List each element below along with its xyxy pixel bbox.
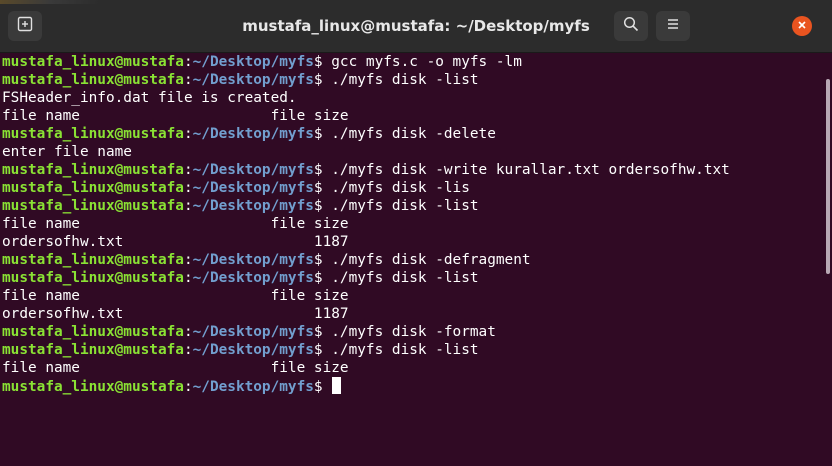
close-icon (797, 17, 807, 35)
prompt-path: ~/Desktop/myfs (192, 270, 314, 286)
scrollbar[interactable] (824, 53, 832, 466)
prompt-user: mustafa_linux@mustafa (2, 180, 184, 196)
prompt-path: ~/Desktop/myfs (192, 198, 314, 214)
prompt-dollar: $ (313, 252, 323, 268)
prompt-user: mustafa_linux@mustafa (2, 54, 184, 70)
output-text: FSHeader_info.dat file is created. (2, 90, 297, 106)
prompt-line: mustafa_linux@mustafa:~/Desktop/myfs$ ./… (0, 179, 824, 197)
prompt-path: ~/Desktop/myfs (192, 180, 314, 196)
prompt-dollar: $ (313, 379, 323, 395)
command-text: ./myfs disk -list (331, 72, 479, 88)
output-text: ordersofhw.txt 1187 (2, 234, 349, 250)
prompt-path: ~/Desktop/myfs (192, 342, 314, 358)
prompt-dollar: $ (313, 342, 323, 358)
prompt-dollar: $ (313, 54, 323, 70)
prompt-colon: : (183, 324, 193, 340)
prompt-path: ~/Desktop/myfs (192, 379, 314, 395)
text-cursor[interactable] (331, 377, 341, 394)
prompt-line: mustafa_linux@mustafa:~/Desktop/myfs$ gc… (0, 53, 824, 71)
prompt-user: mustafa_linux@mustafa (2, 162, 184, 178)
output-line: file name file size (0, 287, 824, 305)
prompt-line: mustafa_linux@mustafa:~/Desktop/myfs$ ./… (0, 269, 824, 287)
prompt-user: mustafa_linux@mustafa (2, 270, 184, 286)
prompt-user: mustafa_linux@mustafa (2, 342, 184, 358)
terminal-window: mustafa_linux@mustafa: ~/Desktop/myfs mu… (0, 0, 832, 466)
prompt-path: ~/Desktop/myfs (192, 324, 314, 340)
command-text: ./myfs disk -list (331, 198, 479, 214)
search-button[interactable] (614, 11, 648, 41)
command-text: ./myfs disk -defragment (331, 252, 531, 268)
output-line: ordersofhw.txt 1187 (0, 233, 824, 251)
prompt-user: mustafa_linux@mustafa (2, 324, 184, 340)
prompt-path: ~/Desktop/myfs (192, 252, 314, 268)
command-text: ./myfs disk -lis (331, 180, 470, 196)
menu-button[interactable] (656, 11, 690, 41)
output-line: ordersofhw.txt 1187 (0, 305, 824, 323)
prompt-colon: : (183, 54, 193, 70)
prompt-user: mustafa_linux@mustafa (2, 126, 184, 142)
hamburger-menu-icon (666, 17, 680, 36)
prompt-user: mustafa_linux@mustafa (2, 252, 184, 268)
output-line: file name file size (0, 359, 824, 377)
prompt-user: mustafa_linux@mustafa (2, 198, 184, 214)
prompt-line: mustafa_linux@mustafa:~/Desktop/myfs$ ./… (0, 161, 824, 179)
prompt-line: mustafa_linux@mustafa:~/Desktop/myfs$ ./… (0, 251, 824, 269)
output-line: file name file size (0, 215, 824, 233)
output-line: enter file name (0, 143, 824, 161)
output-text: file name file size (2, 216, 349, 232)
command-text: ./myfs disk -write kurallar.txt ordersof… (331, 162, 730, 178)
scrollbar-thumb[interactable] (826, 79, 830, 274)
prompt-dollar: $ (313, 270, 323, 286)
command-text: ./myfs disk -list (331, 342, 479, 358)
output-text: enter file name (2, 144, 132, 160)
prompt-colon: : (183, 198, 193, 214)
prompt-colon: : (183, 180, 193, 196)
prompt-line: mustafa_linux@mustafa:~/Desktop/myfs$ ./… (0, 323, 824, 341)
prompt-line: mustafa_linux@mustafa:~/Desktop/myfs$ ./… (0, 197, 824, 215)
prompt-path: ~/Desktop/myfs (192, 126, 314, 142)
prompt-dollar: $ (313, 162, 323, 178)
prompt-colon: : (183, 126, 193, 142)
prompt-path: ~/Desktop/myfs (192, 54, 314, 70)
prompt-path: ~/Desktop/myfs (192, 162, 314, 178)
prompt-dollar: $ (313, 198, 323, 214)
output-text: ordersofhw.txt 1187 (2, 306, 349, 322)
prompt-dollar: $ (313, 72, 323, 88)
prompt-colon: : (183, 72, 193, 88)
prompt-path: ~/Desktop/myfs (192, 72, 314, 88)
search-icon (623, 16, 639, 37)
prompt-line: mustafa_linux@mustafa:~/Desktop/myfs$ ./… (0, 341, 824, 359)
output-line: file name file size (0, 107, 824, 125)
command-text: ./myfs disk -format (331, 324, 496, 340)
prompt-colon: : (183, 270, 193, 286)
command-text: ./myfs disk -list (331, 270, 479, 286)
prompt-dollar: $ (313, 324, 323, 340)
prompt-line: mustafa_linux@mustafa:~/Desktop/myfs$ (0, 377, 824, 395)
command-text: ./myfs disk -delete (331, 126, 496, 142)
prompt-line: mustafa_linux@mustafa:~/Desktop/myfs$ ./… (0, 71, 824, 89)
output-line: FSHeader_info.dat file is created. (0, 89, 824, 107)
prompt-user: mustafa_linux@mustafa (2, 72, 184, 88)
output-text: file name file size (2, 288, 349, 304)
prompt-dollar: $ (313, 180, 323, 196)
window-title: mustafa_linux@mustafa: ~/Desktop/myfs (242, 17, 590, 35)
prompt-colon: : (183, 342, 193, 358)
output-text: file name file size (2, 108, 349, 124)
prompt-line: mustafa_linux@mustafa:~/Desktop/myfs$ ./… (0, 125, 824, 143)
output-text: file name file size (2, 360, 349, 376)
close-button[interactable] (792, 16, 812, 36)
title-bar[interactable]: mustafa_linux@mustafa: ~/Desktop/myfs (0, 0, 832, 53)
terminal-output[interactable]: mustafa_linux@mustafa:~/Desktop/myfs$ gc… (0, 53, 824, 466)
prompt-colon: : (183, 162, 193, 178)
prompt-user: mustafa_linux@mustafa (2, 379, 184, 395)
prompt-colon: : (183, 379, 193, 395)
prompt-dollar: $ (313, 126, 323, 142)
prompt-colon: : (183, 252, 193, 268)
command-text: gcc myfs.c -o myfs -lm (331, 54, 522, 70)
